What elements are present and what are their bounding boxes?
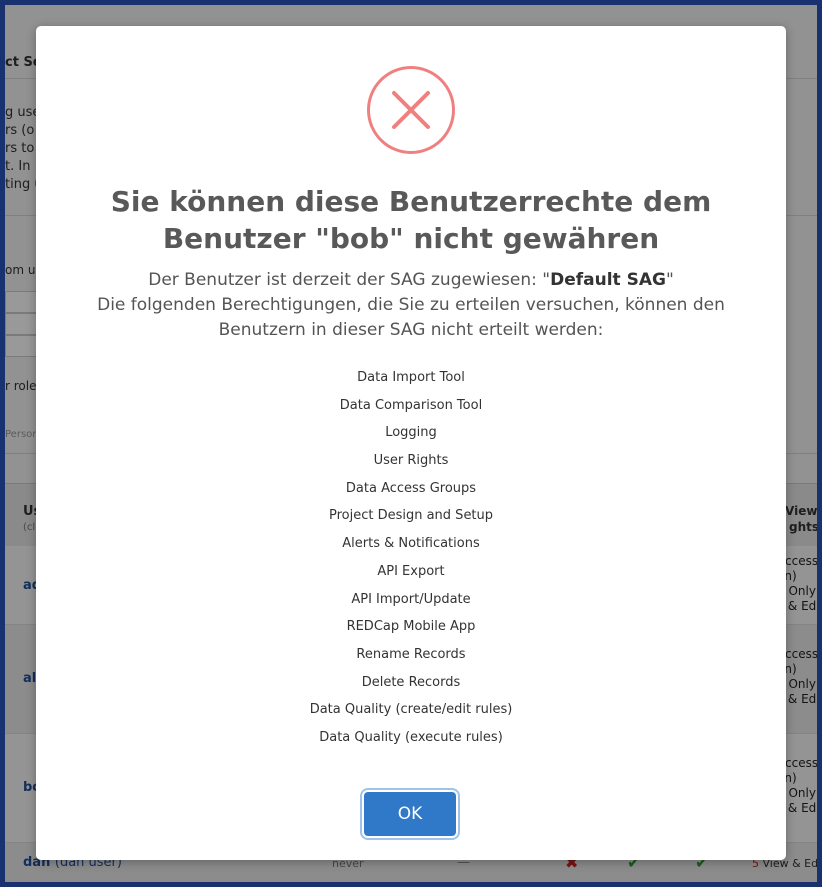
permission-item: Logging <box>385 425 437 441</box>
desc-prefix: Der Benutzer ist derzeit der SAG zugewie… <box>148 270 551 290</box>
ok-button[interactable]: OK <box>364 792 456 836</box>
permission-item: Data Comparison Tool <box>339 397 483 413</box>
permission-item: Data Quality (create/edit rules) <box>309 702 513 718</box>
permission-item: Alerts & Notifications <box>342 536 480 552</box>
permission-item: Data Quality (execute rules) <box>319 729 503 745</box>
permission-item: API Import/Update <box>351 591 471 607</box>
sag-assignment-line: Der Benutzer ist derzeit der SAG zugewie… <box>76 268 746 293</box>
dialog-description: Der Benutzer ist derzeit der SAG zugewie… <box>76 268 746 343</box>
error-dialog: Sie können diese Benutzerrechte dem Benu… <box>36 26 786 860</box>
x-mark-icon <box>392 91 430 129</box>
permission-item: Rename Records <box>356 646 466 662</box>
permission-item: REDCap Mobile App <box>346 619 476 635</box>
permission-item: Data Import Tool <box>357 370 465 385</box>
permission-item: Project Design and Setup <box>328 508 494 524</box>
permission-list: Data Import Tool Data Comparison Tool Logg… <box>36 367 786 755</box>
permission-item: Data Access Groups <box>345 480 477 496</box>
permission-item: API Export <box>377 563 445 579</box>
permission-item: Delete Records <box>361 674 461 690</box>
sag-name: Default SAG <box>550 270 666 290</box>
error-x-icon <box>367 66 455 154</box>
permission-item: User Rights <box>373 453 449 469</box>
desc-suffix: " <box>665 270 674 290</box>
dialog-title: Sie können diese Benutzerrechte dem Benu… <box>110 185 712 255</box>
permissions-intro: Die folgenden Berechtigungen, die Sie zu… <box>97 295 725 340</box>
